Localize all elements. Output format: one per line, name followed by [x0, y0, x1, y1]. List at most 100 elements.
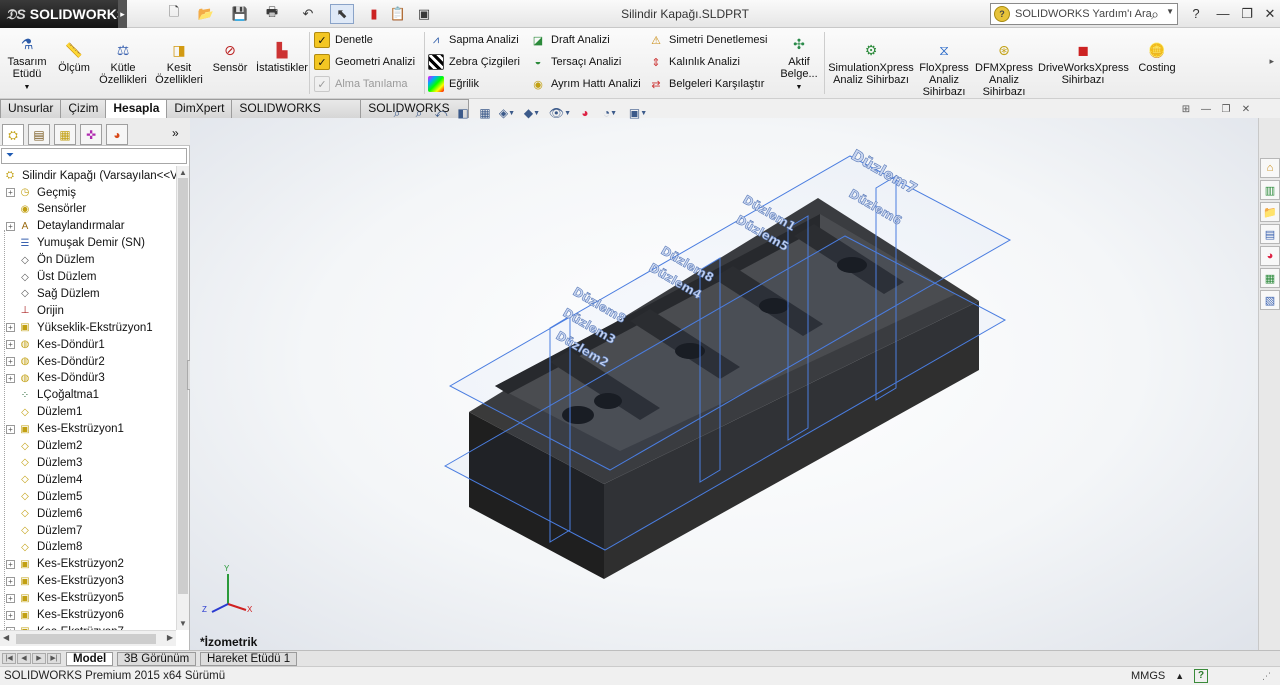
save-button[interactable]: 💾	[226, 4, 254, 24]
solidworks-resources-tab[interactable]: ⌂	[1260, 158, 1280, 178]
search-icon[interactable]: ⌕	[1151, 6, 1159, 23]
floxpress-button[interactable]: ⧖ FloXpress Analiz Sihirbazı	[918, 40, 970, 98]
expand-icon[interactable]: +	[6, 323, 15, 333]
apply-scene-button[interactable]: ◔ ▼	[596, 104, 624, 122]
tab-3d-view[interactable]: 3B Görünüm	[117, 652, 197, 666]
compare-documents-button[interactable]: ⇄ Belgeleri Karşılaştır	[648, 74, 764, 94]
expand-icon[interactable]: +	[6, 340, 15, 350]
options-button[interactable]: ▣	[410, 4, 438, 24]
tree-item[interactable]: ◇ Düzlem3	[6, 454, 82, 471]
sensor-button[interactable]: ⊘ Sensör	[209, 40, 251, 74]
tree-horizontal-scrollbar[interactable]: ◀ ▶	[0, 630, 176, 646]
parting-line-analysis-button[interactable]: ◉ Ayrım Hattı Analizi	[530, 74, 640, 94]
prev-tab-icon[interactable]: ◀	[17, 653, 31, 664]
expand-icon[interactable]: +	[6, 610, 15, 620]
symmetry-check-button[interactable]: ⚠ Simetri Denetlemesi	[648, 30, 767, 50]
tree-item[interactable]: ◇ Düzlem5	[6, 488, 82, 505]
simulationxpress-button[interactable]: ⚙ SimulationXpress Analiz Sihirbazı	[828, 40, 914, 86]
measure-button[interactable]: 📏 Ölçüm	[54, 40, 94, 74]
tree-filter-input[interactable]: ⏷	[1, 148, 187, 164]
tree-item[interactable]: + ◍ Kes-Döndür2	[6, 353, 105, 370]
active-document-button[interactable]: ✣ Aktif Belge... ▼	[778, 34, 820, 94]
deviation-analysis-button[interactable]: ⩘ Sapma Analizi	[428, 30, 519, 50]
resize-grip-icon[interactable]: ⋰	[1262, 671, 1271, 682]
tab-cizim[interactable]: Çizim	[60, 99, 107, 118]
new-document-button[interactable]: 🗋	[160, 4, 188, 24]
view-orientation-button[interactable]: ◈ ▼	[496, 104, 518, 122]
scroll-down-icon[interactable]: ▼	[179, 619, 187, 628]
section-view-button[interactable]: ◧	[452, 104, 474, 122]
display-manager-tab[interactable]: ◕	[106, 124, 128, 145]
previous-view-button[interactable]: ⤺	[430, 104, 452, 122]
tree-item[interactable]: ◉ Sensörler	[6, 201, 87, 218]
print-button[interactable]: 🖶	[258, 4, 286, 24]
tree-item[interactable]: + ◷ Geçmiş	[6, 184, 76, 201]
tree-item[interactable]: ◇ Düzlem2	[6, 438, 82, 455]
view-settings-button[interactable]: ▣ ▼	[624, 104, 652, 122]
expand-icon[interactable]: +	[6, 357, 15, 366]
curvature-button[interactable]: Eğrilik	[428, 74, 479, 94]
tree-item[interactable]: ⊥ Orijin	[6, 302, 64, 319]
tab-hesapla[interactable]: Hesapla	[105, 99, 168, 119]
statistics-button[interactable]: ▙ İstatistikler	[254, 40, 310, 74]
last-tab-icon[interactable]: ▶|	[47, 653, 61, 664]
expand-icon[interactable]: +	[6, 188, 15, 197]
forum-tab[interactable]: ▧	[1260, 290, 1280, 310]
tree-item[interactable]: + ▣ Kes-Ekstrüzyon2	[6, 556, 124, 573]
check-button[interactable]: ✓ Denetle	[314, 30, 373, 50]
help-menu-button[interactable]: ?	[1186, 5, 1206, 23]
geometry-analysis-button[interactable]: ✓ Geometri Analizi	[314, 52, 415, 72]
zoom-to-fit-button[interactable]: ⌕	[386, 104, 408, 122]
tree-item[interactable]: + ▣ Kes-Ekstrüzyon3	[6, 573, 124, 590]
hide-show-items-button[interactable]: 👁 ▼	[546, 104, 574, 122]
tree-item[interactable]: ◇ Düzlem6	[6, 505, 82, 522]
design-study-button[interactable]: ⚗ Tasarım Etüdü ▼	[4, 34, 50, 94]
tree-item[interactable]: ◇ Düzlem1	[6, 404, 82, 421]
tree-item[interactable]: + ▣ Kes-Ekstrüzyon5	[6, 590, 124, 607]
tree-item[interactable]: ☰ Yumuşak Demir (SN)	[6, 235, 145, 252]
tree-item[interactable]: ◇ Üst Düzlem	[6, 269, 96, 286]
dynamic-annotation-button[interactable]: ▦	[474, 104, 496, 122]
tab-solidworks-eklentileri[interactable]: SOLIDWORKS Eklentileri	[231, 99, 362, 132]
tree-vertical-scrollbar[interactable]: ▲ ▼	[176, 166, 189, 630]
edit-appearance-button[interactable]: ◕	[574, 104, 596, 122]
first-tab-icon[interactable]: |◀	[2, 653, 16, 664]
display-style-button[interactable]: ◆ ▼	[518, 104, 546, 122]
tree-item[interactable]: ◇ Ön Düzlem	[6, 252, 94, 269]
configuration-manager-tab[interactable]: ▦	[54, 124, 76, 145]
search-dropdown-icon[interactable]: ▼	[1166, 7, 1174, 16]
tree-item[interactable]: ⁘ LÇoğaltma1	[6, 387, 99, 404]
property-manager-tab[interactable]: ▤	[28, 124, 50, 145]
view-palette-tab[interactable]: ▤	[1260, 224, 1280, 244]
restore-button[interactable]: ❐	[1237, 5, 1257, 23]
zebra-stripes-button[interactable]: Zebra Çizgileri	[428, 52, 520, 72]
help-search-input[interactable]: ? SOLIDWORKS Yardım'ı Ara ⌕ ▼	[990, 3, 1178, 25]
undo-button[interactable]: ↶	[294, 4, 322, 24]
tree-item[interactable]: ◇ Düzlem7	[6, 522, 82, 539]
appearances-tab[interactable]: ◕	[1260, 246, 1280, 266]
doc-minimize-button[interactable]: —	[1196, 104, 1216, 120]
expand-icon[interactable]: +	[6, 559, 15, 569]
tree-item[interactable]: +▣Kes-Ekstrüzyon7	[6, 623, 124, 630]
tree-item[interactable]: + ▣ Yükseklik-Ekstrüzyon1	[6, 319, 153, 336]
undercut-analysis-button[interactable]: ◒ Tersaçı Analizi	[530, 52, 622, 72]
panel-expand-icon[interactable]: »	[172, 126, 179, 140]
unit-system-selector[interactable]: MMGS ▲	[1131, 670, 1184, 682]
costing-button[interactable]: 🪙 Costing	[1134, 40, 1180, 74]
expand-icon[interactable]: +	[6, 221, 15, 231]
horizontal-scroll-thumb[interactable]	[16, 634, 156, 644]
scroll-up-icon[interactable]: ▲	[179, 168, 187, 177]
tree-item[interactable]: + ◍ Kes-Döndür1	[6, 336, 105, 353]
tab-motion-study[interactable]: Hareket Etüdü 1	[200, 652, 298, 666]
custom-properties-tab[interactable]: ▦	[1260, 268, 1280, 288]
tab-dimxpert[interactable]: DimXpert	[166, 99, 233, 118]
minimize-button[interactable]: —	[1213, 5, 1233, 23]
file-explorer-tab[interactable]: 📁	[1260, 202, 1280, 222]
tree-root[interactable]: ⛭ Silindir Kapağı (Varsayılan<<V ▸	[2, 167, 176, 184]
tab-model[interactable]: Model	[66, 652, 114, 666]
import-diagnostics-button[interactable]: ✓ Alma Tanılama	[314, 74, 408, 94]
tile-window-button[interactable]: ⊞	[1176, 104, 1196, 120]
tab-unsurlar[interactable]: Unsurlar	[0, 99, 62, 118]
expand-icon[interactable]: +	[6, 593, 15, 603]
design-library-tab[interactable]: ▥	[1260, 180, 1280, 200]
